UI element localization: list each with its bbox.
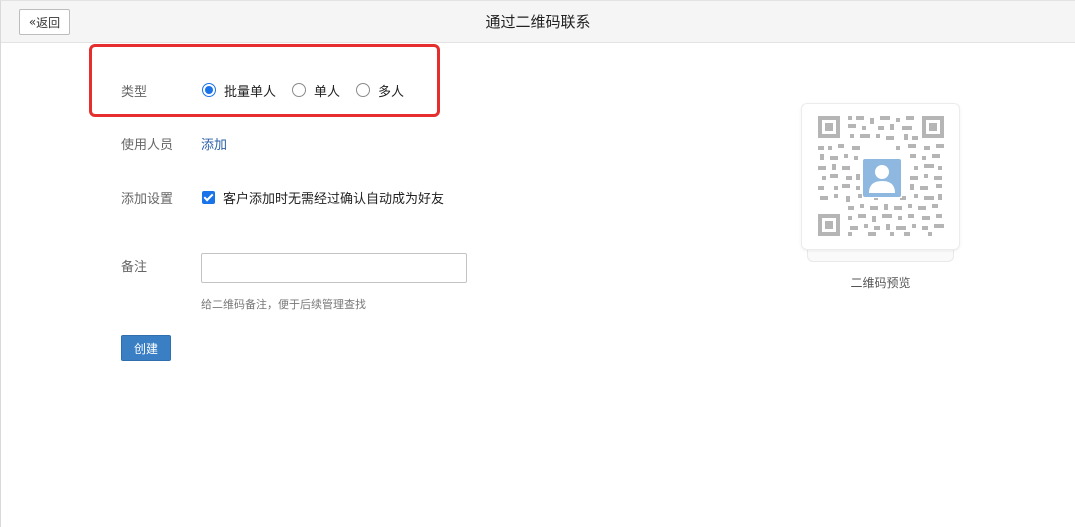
create-button[interactable]: 创建 xyxy=(121,335,171,361)
qr-preview-caption: 二维码预览 xyxy=(850,276,911,290)
qr-card-stack-shadow xyxy=(807,250,954,262)
auto-friend-checkbox-row[interactable]: 客户添加时无需经过确认自动成为好友 xyxy=(202,188,444,207)
qr-preview-card xyxy=(801,103,960,250)
auto-friend-checkbox-label: 客户添加时无需经过确认自动成为好友 xyxy=(223,192,445,207)
type-radio-group: 批量单人 单人 多人 xyxy=(202,81,420,100)
page-header: « 返回 通过二维码联系 xyxy=(1,1,1075,43)
radio-label: 批量单人 xyxy=(224,84,277,100)
users-label: 使用人员 xyxy=(121,138,174,153)
note-label: 备注 xyxy=(121,260,148,275)
add-settings-label: 添加设置 xyxy=(121,192,174,207)
add-users-link[interactable]: 添加 xyxy=(201,134,227,153)
page-title: 通过二维码联系 xyxy=(485,13,591,31)
radio-option-single[interactable]: 单人 xyxy=(292,81,340,100)
radio-option-multi[interactable]: 多人 xyxy=(356,81,404,100)
note-hint: 给二维码备注，便于后续管理查找 xyxy=(201,298,366,311)
radio-button[interactable] xyxy=(356,83,371,97)
auto-friend-checkbox[interactable] xyxy=(202,191,215,204)
radio-button[interactable] xyxy=(292,83,307,97)
note-input[interactable] xyxy=(201,253,467,283)
radio-option-batch-single[interactable]: 批量单人 xyxy=(202,81,276,100)
radio-label: 单人 xyxy=(314,84,341,100)
type-label: 类型 xyxy=(121,85,148,100)
qr-code-icon xyxy=(818,116,944,236)
radio-button-checked[interactable] xyxy=(202,83,216,97)
radio-label: 多人 xyxy=(378,84,405,100)
